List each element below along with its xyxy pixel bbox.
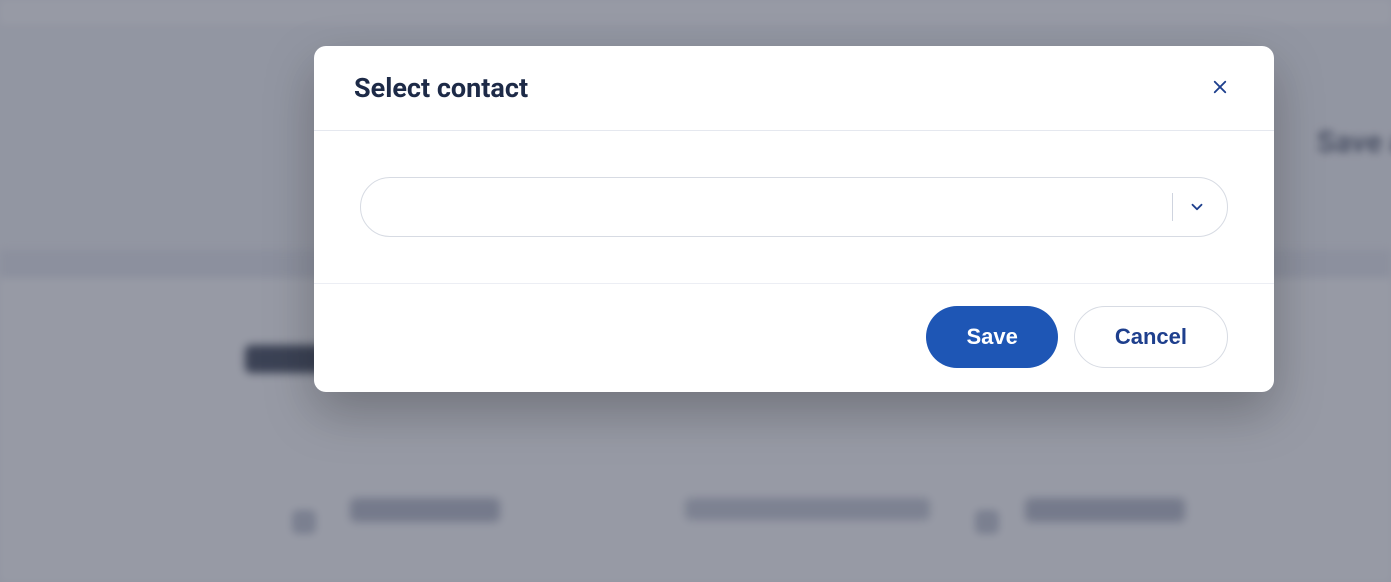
cancel-button[interactable]: Cancel <box>1074 306 1228 368</box>
modal-body <box>314 131 1274 284</box>
contact-select-input[interactable] <box>389 197 1172 218</box>
select-divider <box>1172 193 1173 221</box>
modal-title: Select contact <box>354 72 528 104</box>
contact-select[interactable] <box>360 177 1228 237</box>
chevron-down-icon[interactable] <box>1187 197 1207 217</box>
select-contact-modal: Select contact Save Cancel <box>314 46 1274 392</box>
save-button[interactable]: Save <box>926 306 1057 368</box>
modal-header: Select contact <box>314 46 1274 131</box>
close-icon <box>1211 78 1229 99</box>
modal-footer: Save Cancel <box>314 284 1274 392</box>
close-button[interactable] <box>1206 74 1234 102</box>
